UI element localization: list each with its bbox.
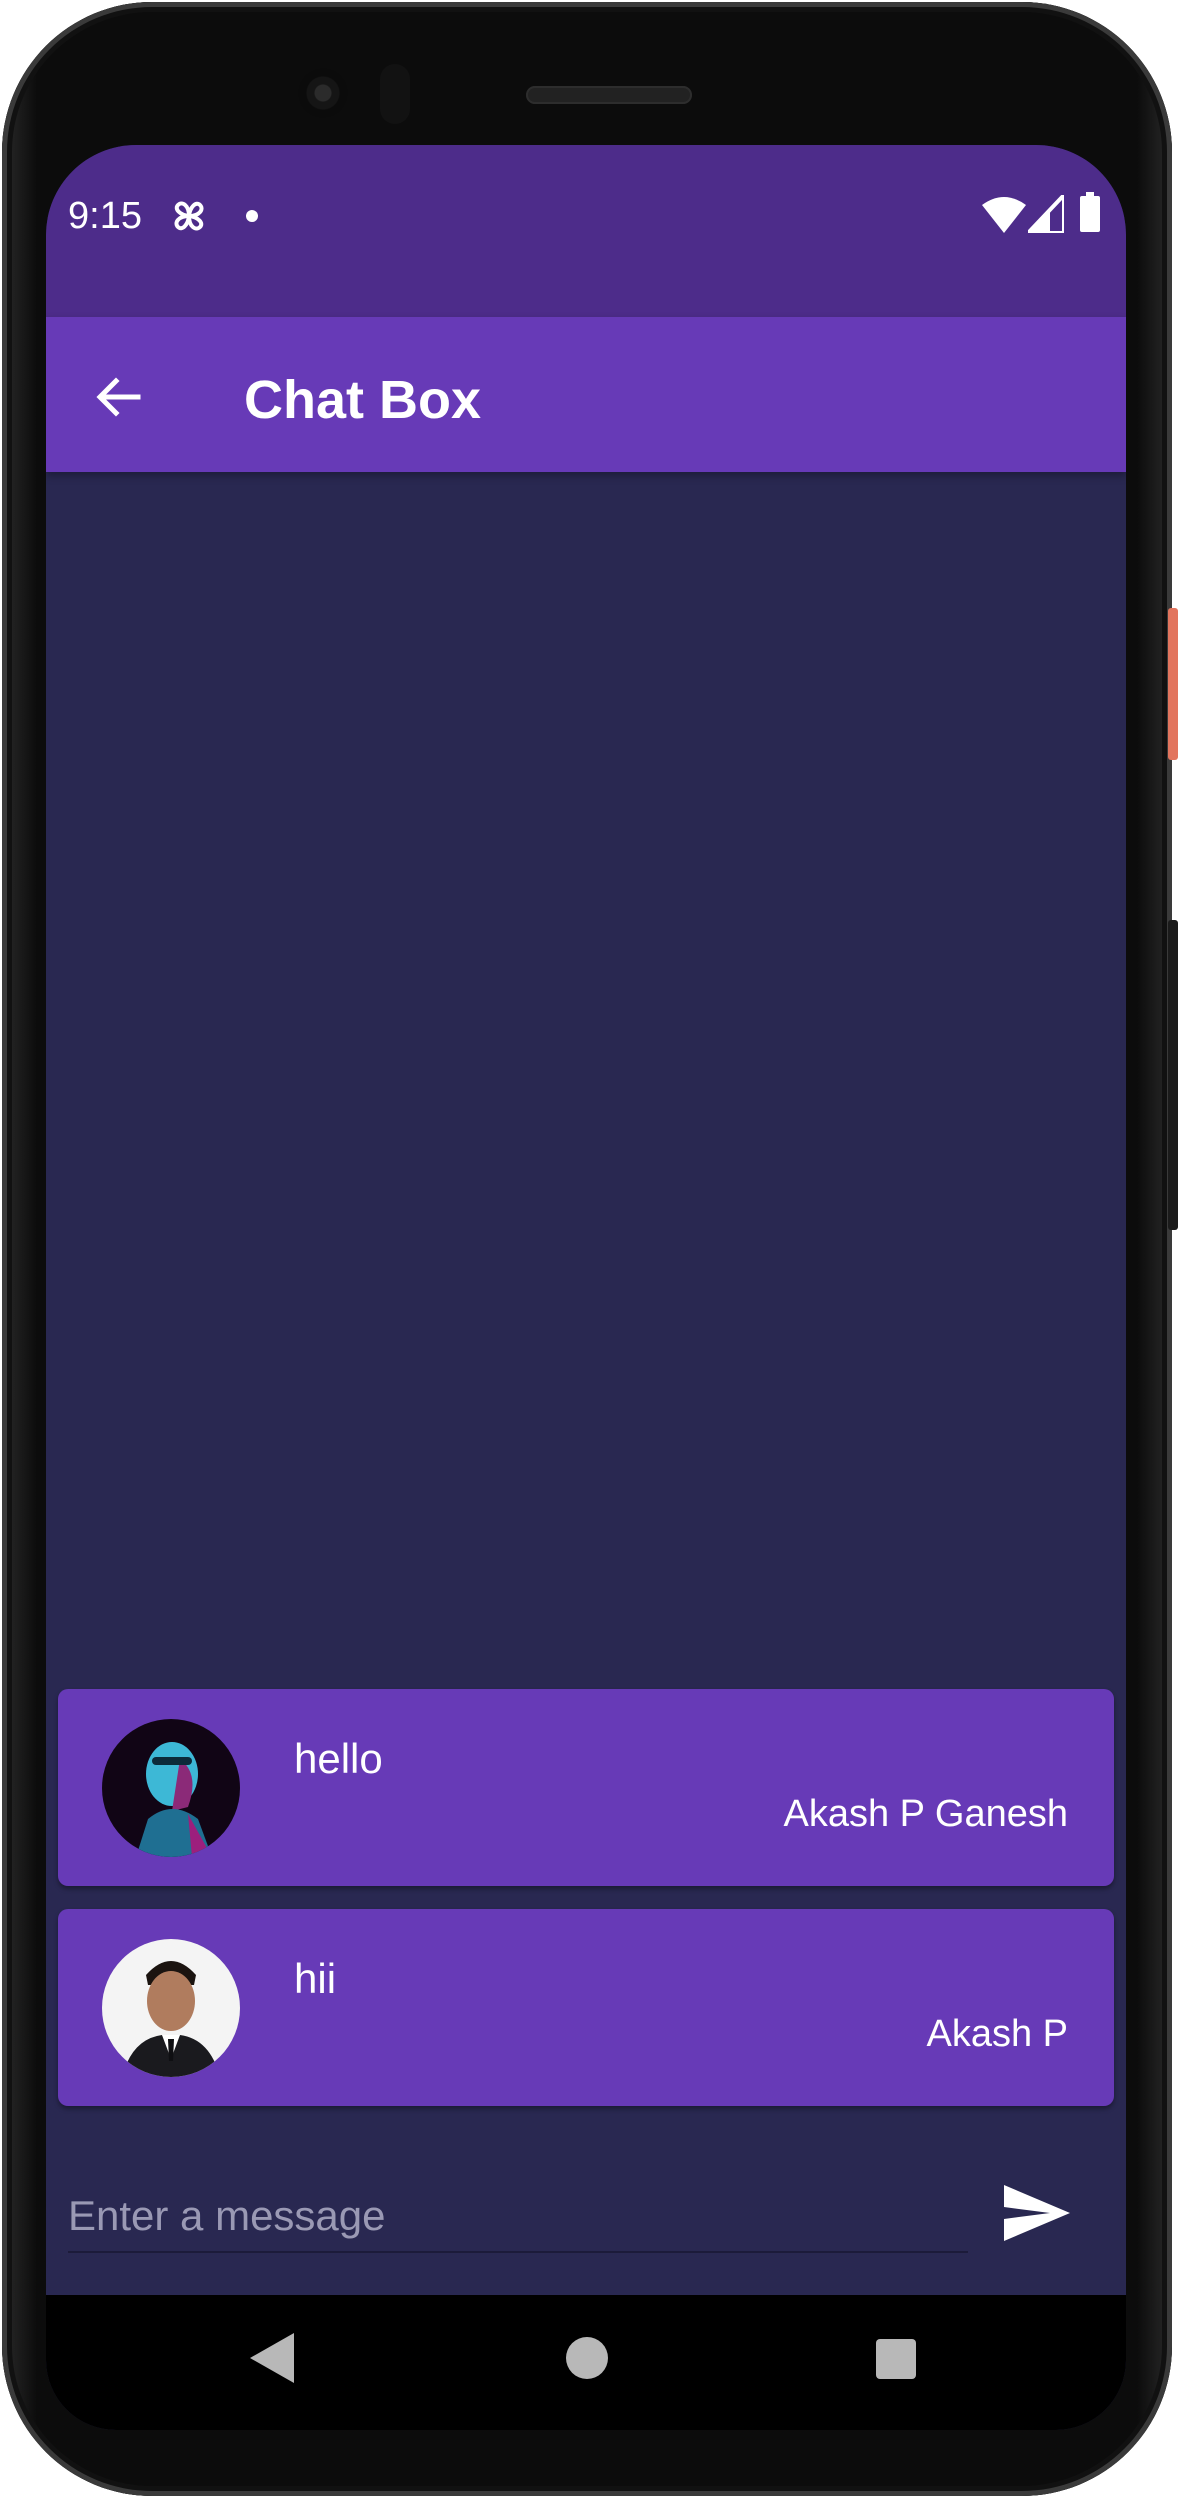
front-camera (298, 68, 348, 118)
nav-recents-icon[interactable] (876, 2339, 916, 2379)
nav-back-icon[interactable] (250, 2333, 294, 2383)
status-bar: 9:15 (46, 145, 1126, 317)
message-sender: Akash P Ganesh (783, 1793, 1068, 1835)
status-time: 9:15 (68, 195, 142, 237)
volume-button (1168, 920, 1178, 1230)
message-card[interactable]: hii Akash P (58, 1909, 1114, 2106)
avatar (102, 1719, 240, 1857)
battery-icon (1080, 192, 1100, 232)
app-bar: Chat Box (46, 317, 1126, 472)
message-input[interactable] (68, 2181, 968, 2253)
screen: 9:15 Chat Box hello Akash P Ganesh hii A… (46, 145, 1126, 2430)
nav-home-icon[interactable] (566, 2337, 608, 2379)
proximity-sensor (380, 64, 410, 124)
avatar-photo-suit (102, 1939, 240, 2077)
avatar (102, 1939, 240, 2077)
message-text: hello (294, 1735, 383, 1782)
message-sender: Akash P (926, 2013, 1068, 2055)
navigation-bar (46, 2295, 1126, 2430)
power-button (1168, 608, 1178, 760)
message-card[interactable]: hello Akash P Ganesh (58, 1689, 1114, 1886)
send-icon[interactable] (1004, 2185, 1070, 2241)
message-text: hii (294, 1955, 337, 2002)
earpiece-speaker (526, 86, 692, 104)
page-title: Chat Box (244, 370, 482, 430)
wifi-icon (982, 197, 1026, 233)
fan-icon (174, 201, 204, 231)
avatar-photo-neon (102, 1719, 240, 1857)
arrow-left-icon[interactable] (94, 373, 142, 421)
notification-dot-icon (246, 210, 258, 222)
message-composer (46, 2145, 1126, 2315)
signal-icon (1028, 195, 1064, 233)
